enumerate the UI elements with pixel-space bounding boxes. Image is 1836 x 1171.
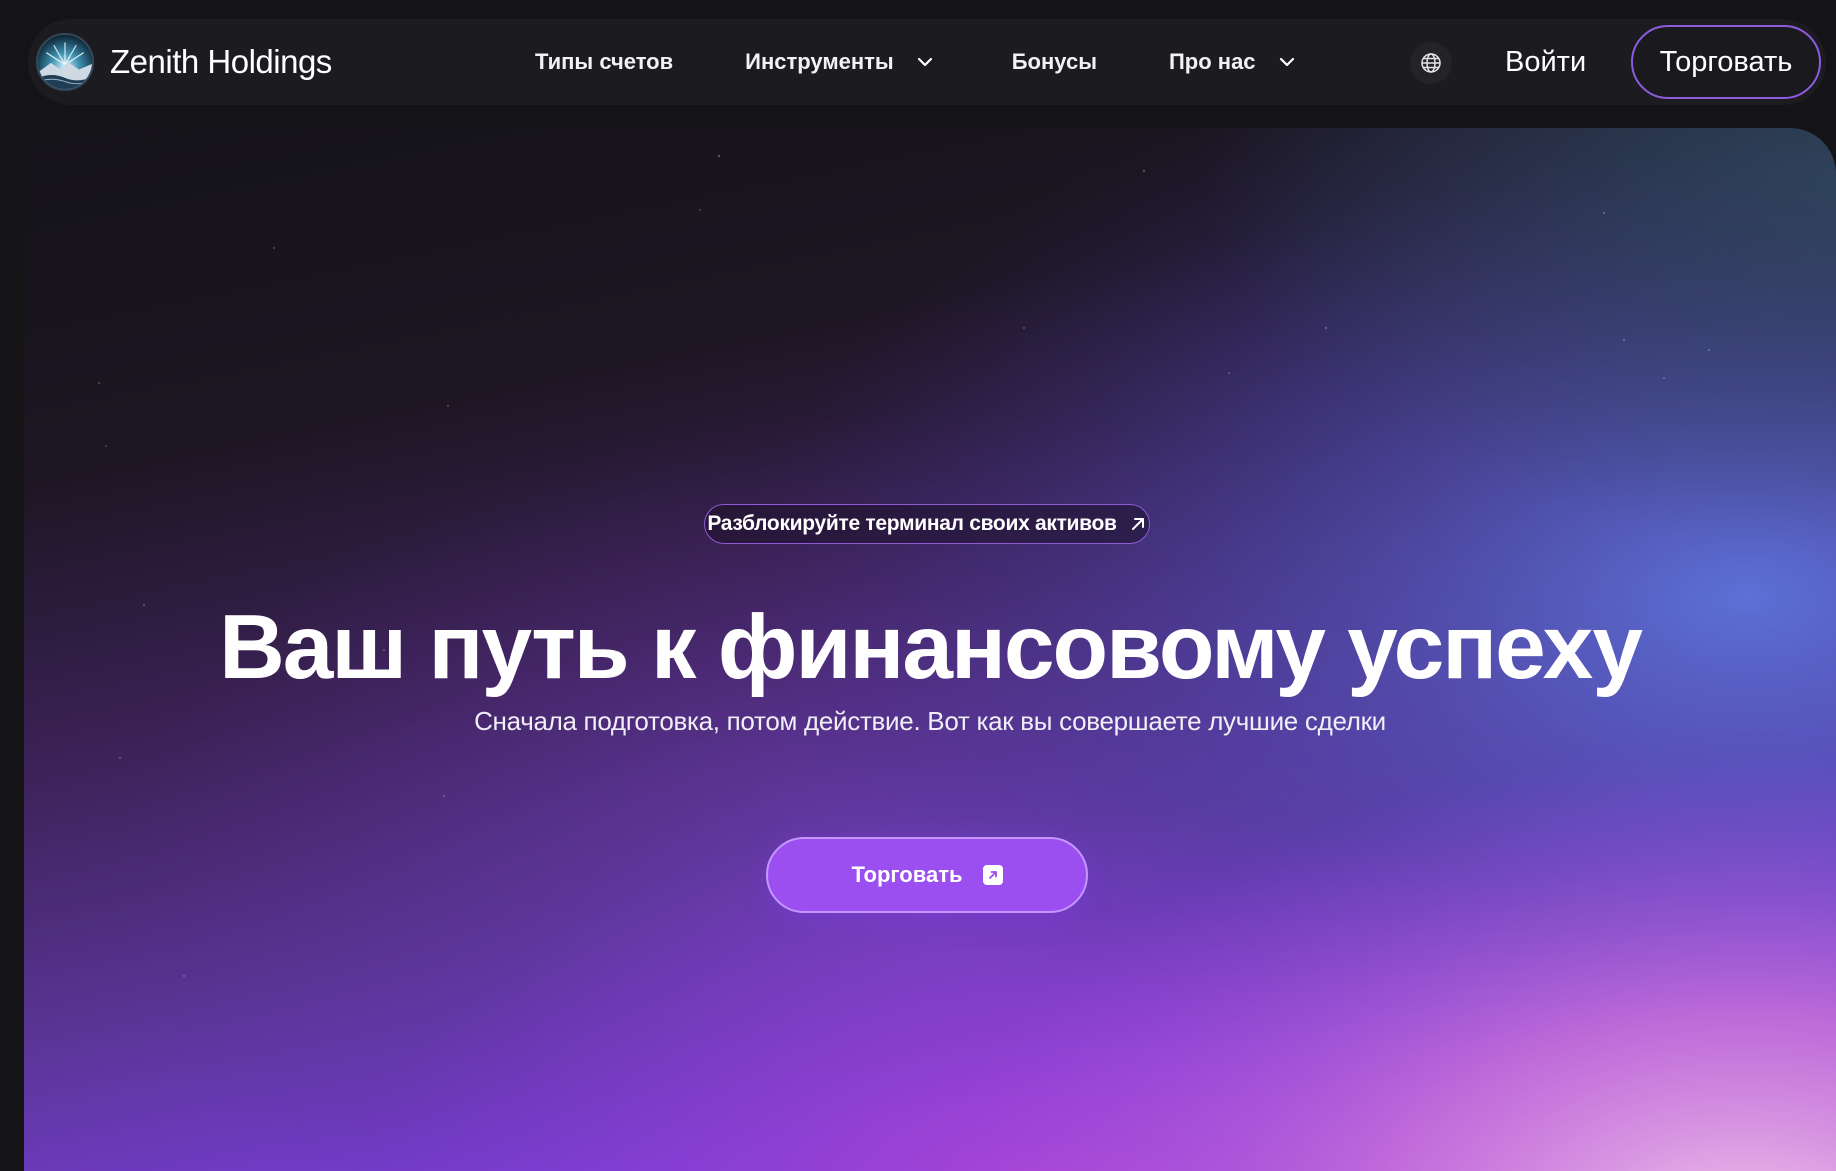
brand-link[interactable]: Zenith Holdings (36, 33, 332, 91)
chevron-down-icon (917, 57, 932, 67)
nav-item-instruments[interactable]: Инструменты (745, 49, 936, 75)
nav-item-label: Бонусы (1011, 49, 1097, 74)
external-link-icon (982, 865, 1003, 885)
mountain-sunrise-logo-icon (36, 33, 94, 91)
brand-name: Zenith Holdings (110, 43, 332, 80)
unlock-terminal-pill-link[interactable]: Разблокируйте терминал своих активов (704, 504, 1150, 544)
top-navbar: Zenith Holdings Типы счетов Инструменты … (28, 19, 1826, 105)
page: Zenith Holdings Типы счетов Инструменты … (0, 0, 1836, 1171)
language-button[interactable] (1410, 42, 1452, 84)
globe-icon (1421, 53, 1441, 73)
login-button[interactable]: Войти (1505, 19, 1586, 105)
cta-label: Торговать (851, 862, 963, 887)
nav-item-about[interactable]: Про нас (1169, 49, 1298, 75)
hero-subheadline: Сначала подготовка, потом действие. Вот … (474, 706, 1386, 736)
nav-item-label: Типы счетов (535, 49, 674, 74)
nav-item-label: Про нас (1168, 49, 1256, 74)
nav-item-account-types[interactable]: Типы счетов (535, 49, 673, 75)
nav-item-bonuses[interactable]: Бонусы (1012, 49, 1097, 75)
nav-item-label: Инструменты (745, 49, 894, 74)
main-menu: Типы счетов Инструменты Бонусы Про нас (535, 19, 1298, 105)
hero-trade-button[interactable]: Торговать (766, 837, 1088, 913)
pill-label: Разблокируйте терминал своих активов (707, 512, 1117, 535)
trade-button[interactable]: Торговать (1631, 25, 1821, 99)
arrow-up-right-icon (1131, 518, 1144, 530)
hero-section: Разблокируйте терминал своих активов Ваш… (24, 128, 1836, 1171)
hero-content: Разблокируйте терминал своих активов Ваш… (24, 128, 1836, 1171)
chevron-down-icon (1279, 57, 1294, 67)
hero-headline: Ваш путь к финансовому успеху (219, 597, 1643, 698)
